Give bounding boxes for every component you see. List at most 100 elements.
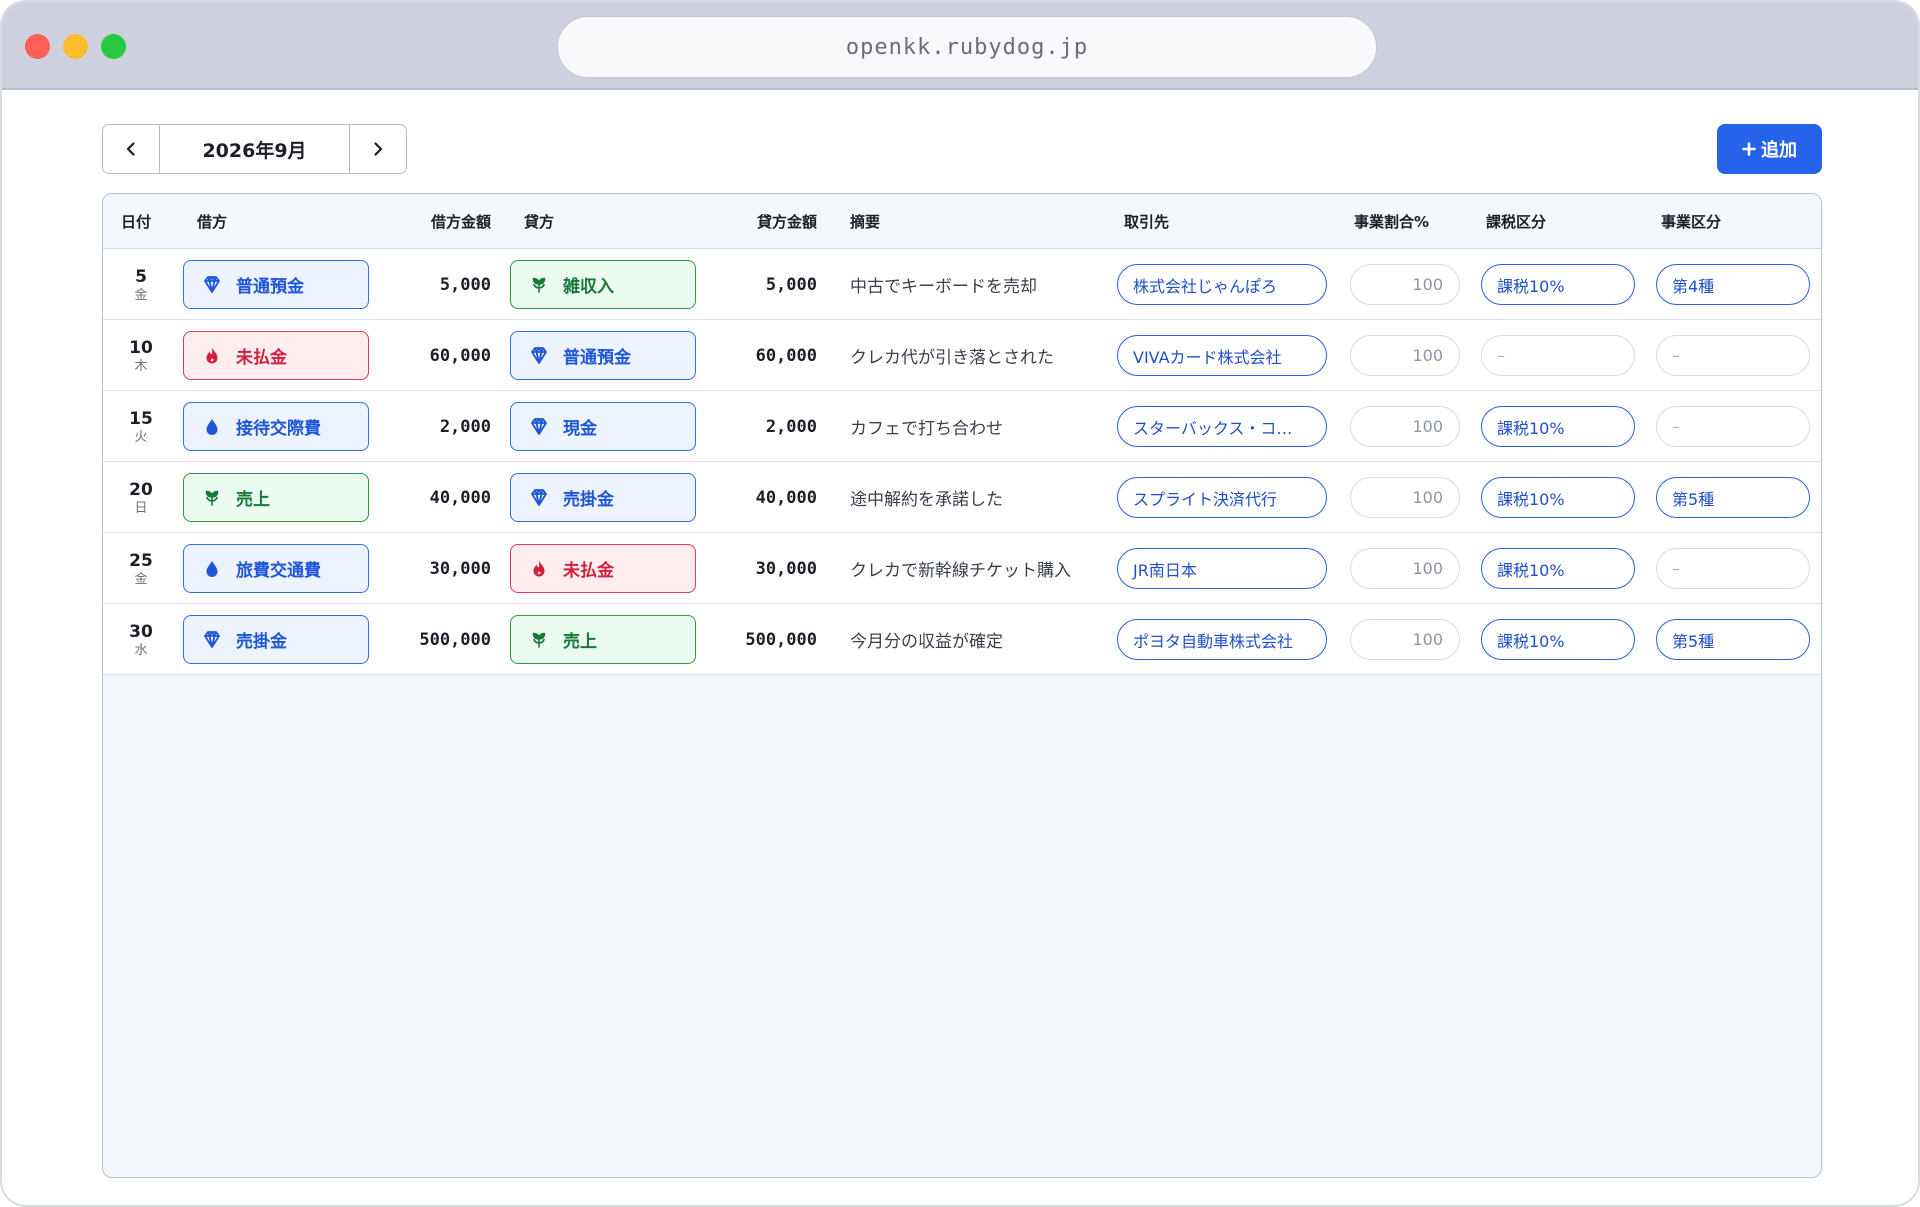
prev-month-button[interactable] xyxy=(103,125,159,173)
memo-text[interactable]: 途中解約を承諾した xyxy=(850,462,1120,533)
memo-text[interactable]: 中古でキーボードを売却 xyxy=(850,249,1120,320)
close-window-button[interactable] xyxy=(25,34,50,59)
tax-category-select[interactable]: – xyxy=(1481,335,1635,376)
diamond-icon xyxy=(204,275,220,293)
memo-text[interactable]: クレカで新幹線チケット購入 xyxy=(850,533,1120,604)
credit-account-label: 売上 xyxy=(563,632,597,652)
table-row[interactable]: 15 火 接待交際費 2,000 現金 2,000 カフェで打ち合わせ スターバ… xyxy=(103,391,1821,462)
debit-account-select[interactable]: 旅費交通費 xyxy=(183,544,369,593)
sprout-icon xyxy=(205,490,219,506)
business-category-select[interactable]: – xyxy=(1656,406,1810,447)
tax-category-select[interactable]: 課税10% xyxy=(1481,477,1635,518)
chevron-right-icon xyxy=(374,142,383,156)
browser-titlebar: openkk.rubydog.jp xyxy=(2,2,1918,90)
business-category-select[interactable]: 第5種 xyxy=(1656,619,1810,660)
debit-account-select[interactable]: 未払金 xyxy=(183,331,369,380)
credit-account-select[interactable]: 現金 xyxy=(510,402,696,451)
table-row[interactable]: 20 日 売上 40,000 売掛金 40,000 途中解約を承諾した スプライ… xyxy=(103,462,1821,533)
header-date: 日付 xyxy=(121,213,152,231)
maximize-window-button[interactable] xyxy=(101,34,126,59)
entry-day: 15 xyxy=(129,408,153,429)
credit-account-select[interactable]: 雑収入 xyxy=(510,260,696,309)
debit-account-select[interactable]: 売上 xyxy=(183,473,369,522)
business-ratio-input[interactable]: 100 xyxy=(1350,406,1460,447)
credit-account-select[interactable]: 普通預金 xyxy=(510,331,696,380)
debit-account-select[interactable]: 売掛金 xyxy=(183,615,369,664)
tax-category-select[interactable]: 課税10% xyxy=(1481,264,1635,305)
minimize-window-button[interactable] xyxy=(63,34,88,59)
business-category-select[interactable]: 第5種 xyxy=(1656,477,1810,518)
credit-amount[interactable]: 30,000 xyxy=(719,533,817,604)
debit-amount[interactable]: 40,000 xyxy=(393,462,491,533)
credit-account-select[interactable]: 未払金 xyxy=(510,544,696,593)
credit-amount[interactable]: 60,000 xyxy=(719,320,817,391)
header-credit: 貸方 xyxy=(524,213,555,231)
credit-account-label: 雑収入 xyxy=(563,277,614,297)
tax-category-select[interactable]: 課税10% xyxy=(1481,406,1635,447)
business-ratio-input[interactable]: 100 xyxy=(1350,619,1460,660)
header-credit-amount: 貸方金額 xyxy=(756,213,817,231)
business-ratio-input[interactable]: 100 xyxy=(1350,548,1460,589)
droplet-icon xyxy=(206,560,218,577)
memo-text[interactable]: クレカ代が引き落とされた xyxy=(850,320,1120,391)
debit-account-label: 旅費交通費 xyxy=(236,561,321,581)
debit-amount[interactable]: 30,000 xyxy=(393,533,491,604)
diamond-icon xyxy=(204,630,220,648)
credit-amount[interactable]: 500,000 xyxy=(719,604,817,675)
entry-date: 25 金 xyxy=(113,533,169,604)
table-row[interactable]: 30 水 売掛金 500,000 売上 500,000 今月分の収益が確定 ポヨ… xyxy=(103,604,1821,675)
table-row[interactable]: 10 木 未払金 60,000 普通預金 60,000 クレカ代が引き落とされた… xyxy=(103,320,1821,391)
memo-text[interactable]: カフェで打ち合わせ xyxy=(850,391,1120,462)
business-ratio-input[interactable]: 100 xyxy=(1350,477,1460,518)
debit-amount[interactable]: 500,000 xyxy=(393,604,491,675)
tax-category-select[interactable]: 課税10% xyxy=(1481,548,1635,589)
debit-account-select[interactable]: 接待交際費 xyxy=(183,402,369,451)
diamond-icon xyxy=(531,488,547,506)
add-entry-button[interactable]: 追加 xyxy=(1717,124,1822,174)
entry-weekday: 日 xyxy=(134,500,148,516)
entry-day: 5 xyxy=(135,266,147,287)
business-category-select[interactable]: 第4種 xyxy=(1656,264,1810,305)
entry-date: 15 火 xyxy=(113,391,169,462)
credit-account-label: 普通預金 xyxy=(563,348,631,368)
partner-select[interactable]: 株式会社じゃんぽろ xyxy=(1117,264,1327,305)
debit-account-select[interactable]: 普通預金 xyxy=(183,260,369,309)
debit-amount[interactable]: 60,000 xyxy=(393,320,491,391)
current-month-label: 2026年9月 xyxy=(159,125,350,173)
credit-amount[interactable]: 40,000 xyxy=(719,462,817,533)
header-partner: 取引先 xyxy=(1124,213,1170,231)
debit-amount[interactable]: 2,000 xyxy=(393,391,491,462)
flame-icon xyxy=(206,347,218,363)
table-row[interactable]: 25 金 旅費交通費 30,000 未払金 30,000 クレカで新幹線チケット… xyxy=(103,533,1821,604)
business-ratio-input[interactable]: 100 xyxy=(1350,335,1460,376)
partner-select[interactable]: ポヨタ自動車株式会社 xyxy=(1117,619,1327,660)
entry-weekday: 水 xyxy=(134,642,148,658)
credit-account-label: 未払金 xyxy=(563,561,614,581)
address-bar[interactable]: openkk.rubydog.jp xyxy=(557,16,1377,78)
next-month-button[interactable] xyxy=(350,125,406,173)
credit-amount[interactable]: 5,000 xyxy=(719,249,817,320)
credit-account-select[interactable]: 売上 xyxy=(510,615,696,664)
entry-date: 5 金 xyxy=(113,249,169,320)
partner-select[interactable]: スプライト決済代行 xyxy=(1117,477,1327,518)
business-ratio-input[interactable]: 100 xyxy=(1350,264,1460,305)
sprout-icon xyxy=(532,277,546,293)
header-memo: 摘要 xyxy=(850,213,881,231)
header-tax-category: 課税区分 xyxy=(1486,213,1547,231)
tax-category-select[interactable]: 課税10% xyxy=(1481,619,1635,660)
chevron-left-icon xyxy=(126,142,135,156)
business-category-select[interactable]: – xyxy=(1656,548,1810,589)
add-button-label: 追加 xyxy=(1761,140,1797,161)
partner-select[interactable]: VIVAカード株式会社 xyxy=(1117,335,1327,376)
partner-select[interactable]: JR南日本 xyxy=(1117,548,1327,589)
credit-account-select[interactable]: 売掛金 xyxy=(510,473,696,522)
table-row[interactable]: 5 金 普通預金 5,000 雑収入 5,000 中古でキーボードを売却 株式会… xyxy=(103,249,1821,320)
partner-select[interactable]: スターバックス・コ… xyxy=(1117,406,1327,447)
credit-amount[interactable]: 2,000 xyxy=(719,391,817,462)
debit-amount[interactable]: 5,000 xyxy=(393,249,491,320)
memo-text[interactable]: 今月分の収益が確定 xyxy=(850,604,1120,675)
entry-weekday: 金 xyxy=(134,571,148,587)
business-category-select[interactable]: – xyxy=(1656,335,1810,376)
journal-table: 日付 借方 借方金額 貸方 貸方金額 摘要 取引先 事業割合% 課税区分 事業区… xyxy=(102,193,1822,1178)
header-debit: 借方 xyxy=(197,213,228,231)
